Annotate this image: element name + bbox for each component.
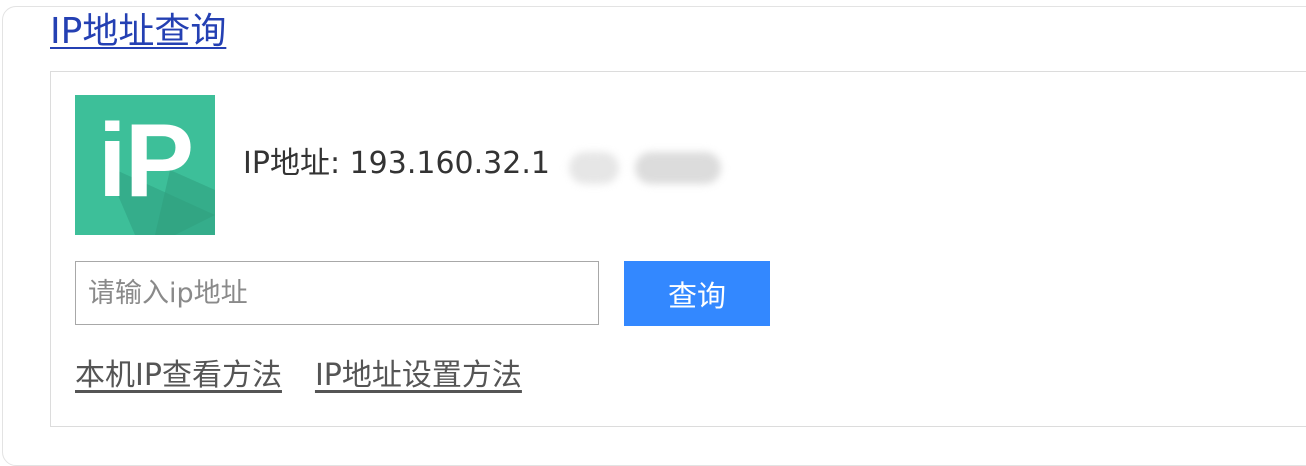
search-button[interactable]: 查询 bbox=[624, 261, 770, 326]
help-links: 本机IP查看方法 IP地址设置方法 bbox=[75, 354, 555, 398]
redacted-blur bbox=[635, 152, 721, 184]
page-title-link[interactable]: IP地址查询 bbox=[50, 6, 226, 58]
ip-query-panel: iP IP地址: 193.160.32.1 查询 本机IP查看方法 IP地址设置方… bbox=[50, 71, 1306, 427]
local-ip-help-link[interactable]: 本机IP查看方法 bbox=[75, 358, 282, 393]
ip-search-input[interactable] bbox=[75, 261, 599, 325]
current-ip-text: IP地址: 193.160.32.1 bbox=[243, 146, 550, 181]
redacted-blur bbox=[569, 152, 619, 184]
ip-logo-icon: iP bbox=[75, 95, 215, 235]
logo-text: iP bbox=[97, 103, 194, 219]
ip-setup-help-link[interactable]: IP地址设置方法 bbox=[315, 358, 522, 393]
